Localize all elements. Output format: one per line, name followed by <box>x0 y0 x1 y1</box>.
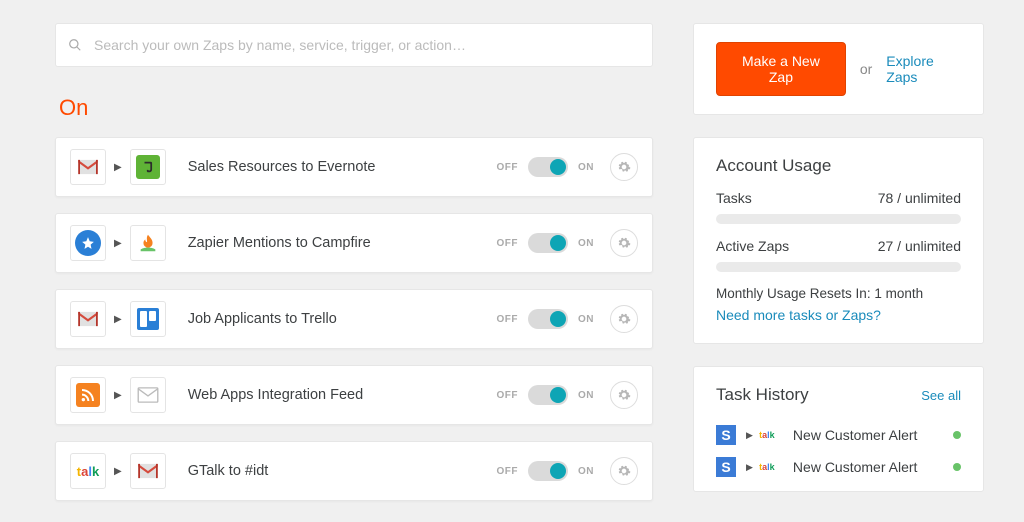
off-label: OFF <box>497 466 519 477</box>
gmail-icon <box>70 301 106 337</box>
zap-name: Job Applicants to Trello <box>188 311 497 327</box>
usage-title: Account Usage <box>716 156 961 176</box>
on-label: ON <box>578 162 594 173</box>
trello-icon <box>130 301 166 337</box>
gtalk-icon: talk <box>70 453 106 489</box>
gmail-icon <box>70 149 106 185</box>
search-icon <box>68 38 82 52</box>
zap-row[interactable]: ▶ Zapier Mentions to Campfire OFF ON <box>55 213 653 273</box>
evernote-icon <box>130 149 166 185</box>
toggle-group: OFF ON <box>497 233 595 253</box>
toggle-group: OFF ON <box>497 309 595 329</box>
settings-button[interactable] <box>610 457 638 485</box>
reset-text: Monthly Usage Resets In: 1 month <box>716 286 961 301</box>
account-usage-panel: Account Usage Tasks 78 / unlimited Activ… <box>693 137 984 344</box>
arrow-icon: ▶ <box>746 462 753 473</box>
status-dot <box>953 431 961 439</box>
tasks-bar <box>716 214 961 224</box>
zap-name: Web Apps Integration Feed <box>188 387 497 403</box>
settings-button[interactable] <box>610 381 638 409</box>
zaps-bar <box>716 262 961 272</box>
history-row[interactable]: S ▶ talk New Customer Alert <box>716 451 961 483</box>
arrow-icon: ▶ <box>114 314 122 325</box>
toggle-switch[interactable] <box>528 461 568 481</box>
rss-icon <box>70 377 106 413</box>
gmail-icon <box>130 453 166 489</box>
settings-button[interactable] <box>610 305 638 333</box>
arrow-icon: ▶ <box>114 162 122 173</box>
history-title: Task History <box>716 385 809 405</box>
or-text: or <box>860 61 872 77</box>
explore-zaps-link[interactable]: Explore Zaps <box>886 53 961 85</box>
active-zaps-label: Active Zaps <box>716 238 789 254</box>
history-row[interactable]: S ▶ talk New Customer Alert <box>716 419 961 451</box>
tasks-value: 78 / unlimited <box>878 190 961 206</box>
see-all-link[interactable]: See all <box>921 388 961 403</box>
cta-panel: Make a New Zap or Explore Zaps <box>693 23 984 115</box>
active-zaps-value: 27 / unlimited <box>878 238 961 254</box>
on-label: ON <box>578 238 594 249</box>
zap-name: GTalk to #idt <box>188 463 497 479</box>
zap-row[interactable]: ▶ Web Apps Integration Feed OFF ON <box>55 365 653 425</box>
section-heading-on: On <box>59 95 653 121</box>
stripe-icon: S <box>716 457 736 477</box>
on-label: ON <box>578 390 594 401</box>
campfire-icon <box>130 225 166 261</box>
toggle-switch[interactable] <box>528 385 568 405</box>
toggle-group: OFF ON <box>497 157 595 177</box>
off-label: OFF <box>497 162 519 173</box>
task-history-panel: Task History See all S ▶ talk New Custom… <box>693 366 984 492</box>
search-bar[interactable] <box>55 23 653 67</box>
stripe-icon: S <box>716 425 736 445</box>
history-item-name: New Customer Alert <box>793 427 953 443</box>
on-label: ON <box>578 466 594 477</box>
mail-icon <box>130 377 166 413</box>
zap-row[interactable]: talk ▶ GTalk to #idt OFF ON <box>55 441 653 501</box>
off-label: OFF <box>497 314 519 325</box>
settings-button[interactable] <box>610 229 638 257</box>
need-more-link[interactable]: Need more tasks or Zaps? <box>716 307 881 323</box>
arrow-icon: ▶ <box>746 430 753 441</box>
toggle-switch[interactable] <box>528 157 568 177</box>
status-dot <box>953 463 961 471</box>
search-input[interactable] <box>92 36 640 54</box>
star-icon <box>70 225 106 261</box>
arrow-icon: ▶ <box>114 466 122 477</box>
arrow-icon: ▶ <box>114 238 122 249</box>
toggle-group: OFF ON <box>497 461 595 481</box>
make-zap-button[interactable]: Make a New Zap <box>716 42 846 96</box>
toggle-switch[interactable] <box>528 309 568 329</box>
settings-button[interactable] <box>610 153 638 181</box>
toggle-group: OFF ON <box>497 385 595 405</box>
tasks-label: Tasks <box>716 190 752 206</box>
zap-name: Zapier Mentions to Campfire <box>188 235 497 251</box>
history-item-name: New Customer Alert <box>793 459 953 475</box>
gtalk-icon: talk <box>757 457 777 477</box>
toggle-switch[interactable] <box>528 233 568 253</box>
gtalk-icon: talk <box>757 425 777 445</box>
arrow-icon: ▶ <box>114 390 122 401</box>
zap-name: Sales Resources to Evernote <box>188 159 497 175</box>
zap-row[interactable]: ▶ Sales Resources to Evernote OFF ON <box>55 137 653 197</box>
zap-row[interactable]: ▶ Job Applicants to Trello OFF ON <box>55 289 653 349</box>
off-label: OFF <box>497 390 519 401</box>
off-label: OFF <box>497 238 519 249</box>
on-label: ON <box>578 314 594 325</box>
